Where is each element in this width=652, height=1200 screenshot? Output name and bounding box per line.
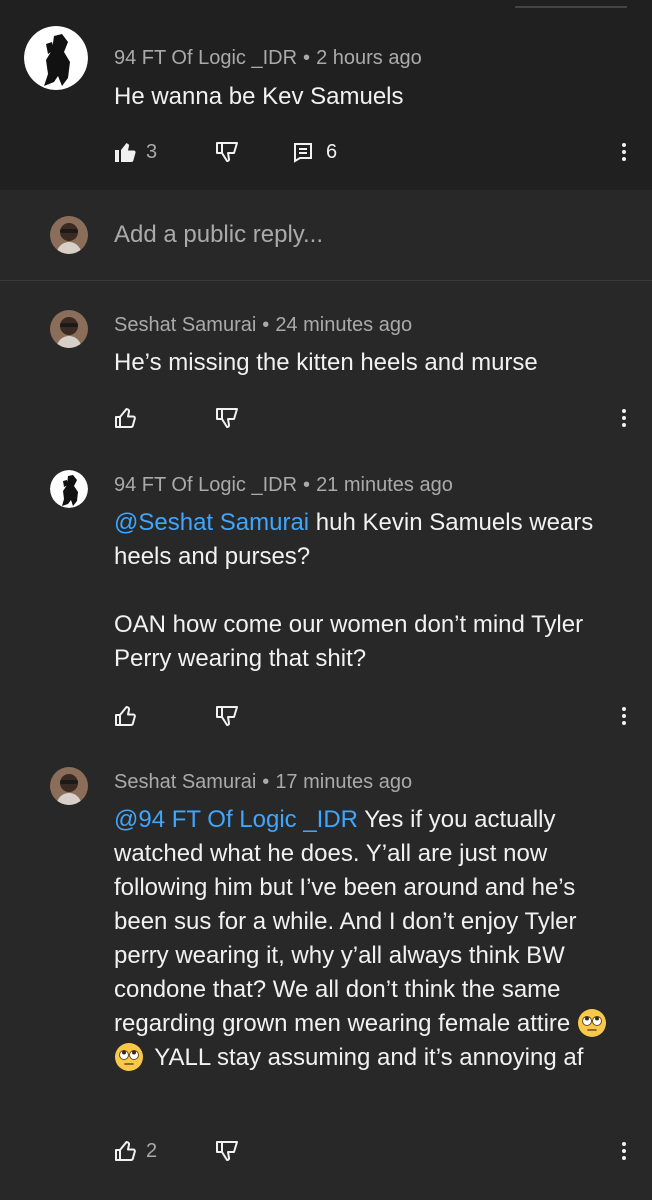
comment-actions — [114, 403, 634, 433]
comment-text: @Seshat Samurai huh Kevin Samuels wears … — [114, 506, 624, 676]
separator-dot: • — [303, 47, 311, 69]
comment-paragraph: OAN how come our women don’t mind Tyler … — [114, 611, 584, 672]
more-vert-icon — [622, 707, 626, 725]
timestamp: 21 minutes ago — [316, 474, 453, 496]
comment-text-run: Yes if you actually watched what he does… — [114, 806, 577, 1037]
user-photo-icon — [50, 767, 88, 805]
comment-text: He wanna be Kev Samuels — [114, 83, 404, 110]
comment-actions: 2 — [114, 1136, 634, 1166]
silhouette-avatar-icon — [24, 26, 88, 90]
like-count: 2 — [146, 1139, 158, 1162]
comment-icon — [294, 143, 312, 163]
like-button[interactable] — [114, 701, 138, 731]
thumbs-down-icon — [216, 408, 238, 428]
author-name[interactable]: 94 FT Of Logic _IDR — [114, 47, 297, 69]
mention-link[interactable]: @94 FT Of Logic _IDR — [114, 806, 358, 833]
top-divider — [515, 6, 627, 8]
comment-meta: 94 FT Of Logic _IDR • 21 minutes ago — [114, 474, 453, 497]
comment-actions — [114, 701, 634, 731]
thumbs-down-icon — [216, 706, 238, 726]
more-options-button[interactable] — [614, 137, 634, 167]
reply-count: 6 — [326, 140, 338, 163]
reply-input[interactable]: Add a public reply... — [114, 221, 323, 249]
separator-dot: • — [262, 771, 270, 793]
timestamp: 17 minutes ago — [275, 771, 413, 793]
thumbs-down-icon — [216, 142, 238, 162]
mention-link[interactable]: @Seshat Samurai — [114, 509, 309, 536]
comment-actions: 3 6 — [114, 137, 634, 167]
dislike-button[interactable] — [214, 701, 240, 731]
like-button[interactable]: 2 — [114, 1136, 157, 1166]
author-name[interactable]: Seshat Samurai — [114, 314, 256, 336]
rolling-eyes-emoji-icon — [115, 1043, 143, 1071]
user-photo-icon — [50, 216, 88, 254]
more-vert-icon — [622, 409, 626, 427]
user-photo-icon — [50, 310, 88, 348]
comment-text-run: YALL stay assuming and it’s annoying af — [148, 1044, 584, 1071]
like-count: 3 — [146, 140, 158, 163]
user-avatar — [50, 216, 88, 254]
avatar[interactable] — [50, 310, 88, 348]
more-options-button[interactable] — [614, 1136, 634, 1166]
avatar[interactable] — [24, 26, 88, 90]
like-button[interactable]: 3 — [114, 137, 157, 167]
separator-dot: • — [303, 474, 311, 496]
add-reply-row: Add a public reply... — [0, 205, 652, 265]
rolling-eyes-emoji-icon — [577, 1009, 606, 1037]
comment-text: @94 FT Of Logic _IDR Yes if you actually… — [114, 803, 624, 1075]
thumbs-up-icon — [115, 408, 136, 428]
dislike-button[interactable] — [214, 403, 240, 433]
timestamp: 2 hours ago — [316, 47, 422, 69]
replies-button[interactable]: 6 — [292, 137, 337, 167]
like-button[interactable] — [114, 403, 138, 433]
more-vert-icon — [622, 1142, 626, 1160]
comment-text: He’s missing the kitten heels and murse — [114, 349, 538, 376]
avatar[interactable] — [50, 470, 88, 508]
timestamp: 24 minutes ago — [275, 314, 413, 336]
comment-paragraph: @Seshat Samurai huh Kevin Samuels wears … — [114, 506, 624, 574]
comment-meta: Seshat Samurai • 17 minutes ago — [114, 771, 412, 794]
thumbs-up-filled-icon — [115, 143, 136, 162]
thumbs-up-icon — [115, 1141, 136, 1161]
divider — [0, 280, 652, 281]
separator-dot: • — [262, 314, 270, 336]
dislike-button[interactable] — [214, 137, 240, 167]
more-options-button[interactable] — [614, 701, 634, 731]
author-name[interactable]: 94 FT Of Logic _IDR — [114, 474, 297, 496]
silhouette-avatar-icon — [50, 470, 88, 508]
thumbs-up-icon — [115, 706, 136, 726]
parent-comment: 94 FT Of Logic _IDR • 2 hours ago He wanna… — [0, 0, 652, 190]
more-vert-icon — [622, 143, 626, 161]
author-name[interactable]: Seshat Samurai — [114, 771, 256, 793]
dislike-button[interactable] — [214, 1136, 240, 1166]
more-options-button[interactable] — [614, 403, 634, 433]
comment-meta: 94 FT Of Logic _IDR • 2 hours ago — [114, 47, 422, 70]
thumbs-down-icon — [216, 1141, 238, 1161]
comment-meta: Seshat Samurai • 24 minutes ago — [114, 314, 412, 337]
avatar[interactable] — [50, 767, 88, 805]
